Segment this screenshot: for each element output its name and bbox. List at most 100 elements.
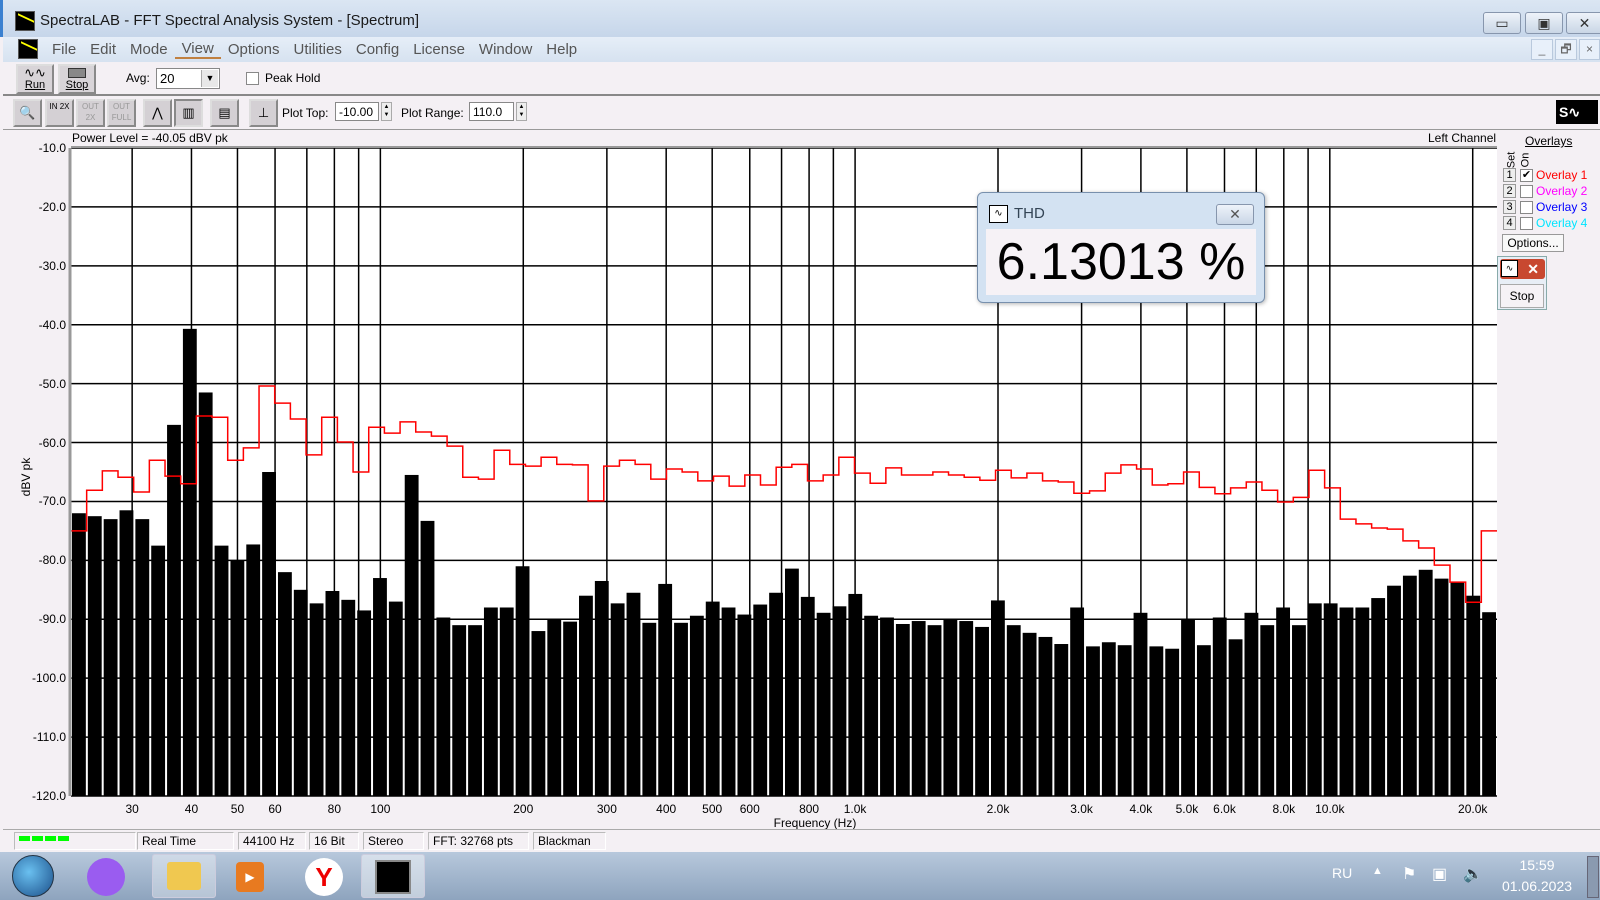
explorer-taskbar-icon[interactable]	[152, 854, 216, 898]
spectrum-bar	[499, 607, 514, 796]
spectrum-bar	[642, 622, 657, 796]
status-mode: Real Time	[137, 832, 234, 850]
overlay-set-button[interactable]: 4	[1503, 216, 1516, 230]
scale-marker-button[interactable]: ⊥	[249, 99, 278, 127]
peak-hold-checkbox[interactable]	[246, 72, 259, 85]
spectrum-bar	[1196, 645, 1211, 796]
overlay-set-button[interactable]: 3	[1503, 200, 1516, 214]
menu-window[interactable]: Window	[472, 41, 539, 58]
overlay-set-button[interactable]: 2	[1503, 184, 1516, 198]
menu-file[interactable]: File	[45, 41, 83, 58]
spectrum-bar	[1149, 646, 1164, 796]
show-hidden-icons[interactable]: ▲	[1372, 865, 1383, 877]
plot-range-input[interactable]: 110.0	[469, 102, 514, 121]
line-mode-button[interactable]: ⋀	[143, 99, 172, 127]
spectrum-bar	[1434, 578, 1449, 796]
network-icon[interactable]: ▣	[1432, 864, 1447, 884]
spectrum-plot-area: Power Level = -40.05 dBV pk Left Channel…	[0, 130, 1600, 830]
menu-help[interactable]: Help	[539, 41, 584, 58]
x-tick-label: 8.0k	[1272, 802, 1296, 816]
zoom-out-full-button[interactable]: OUT FULL	[107, 99, 136, 127]
spectrum-bar	[198, 392, 213, 796]
panel-icon: ▤	[218, 105, 231, 120]
x-axis-title: Frequency (Hz)	[773, 816, 857, 830]
x-tick-label: 600	[739, 802, 760, 816]
thd-close-button[interactable]: ✕	[1216, 204, 1254, 225]
spectrum-bar	[1228, 639, 1243, 796]
overlay-options-button[interactable]: Options...	[1502, 234, 1564, 252]
menu-license[interactable]: License	[406, 41, 472, 58]
menu-options[interactable]: Options	[221, 41, 287, 58]
bar-mode-button[interactable]: ▥	[174, 99, 203, 127]
spectrum-bar	[547, 619, 562, 796]
alice-taskbar-icon[interactable]	[74, 854, 138, 898]
close-button[interactable]: ✕	[1566, 12, 1600, 34]
thd-window[interactable]: ∿ THD ✕ 6.13013 %	[977, 192, 1265, 303]
mini-stop-button[interactable]: Stop	[1500, 284, 1544, 308]
status-bits: 16 Bit	[309, 832, 359, 850]
channel-label: Left Channel	[1428, 131, 1497, 145]
menu-config[interactable]: Config	[349, 41, 406, 58]
overlay-on-checkbox[interactable]	[1520, 217, 1533, 230]
spectrum-bar	[563, 621, 578, 796]
minimize-button[interactable]: ▭	[1483, 12, 1521, 34]
overlay-label: Overlay 4	[1536, 216, 1588, 230]
menu-mode[interactable]: Mode	[123, 41, 175, 58]
menu-utilities[interactable]: Utilities	[287, 41, 349, 58]
spectrum-bar	[1292, 625, 1306, 796]
menu-view[interactable]: View	[174, 40, 221, 59]
spectrum-bar	[610, 603, 625, 796]
overlay-set-button[interactable]: 1	[1503, 168, 1516, 182]
media-player-taskbar-icon[interactable]: ▶	[218, 854, 282, 898]
mdi-restore-button[interactable]: 🗗	[1555, 39, 1577, 60]
signal-generator-icon[interactable]: S∿	[1556, 100, 1598, 124]
start-button[interactable]	[12, 855, 54, 897]
action-center-flag-icon[interactable]: ⚑	[1402, 864, 1416, 884]
mini-control-window: ✕ ∿ Stop	[1497, 256, 1547, 310]
x-tick-label: 3.0k	[1070, 802, 1093, 816]
overlay-on-checkbox[interactable]: ✔	[1520, 169, 1533, 182]
run-button[interactable]: ∿∿ Run	[16, 64, 54, 94]
zoom-in-2x-button[interactable]: IN 2X	[45, 99, 74, 127]
settings-panel-button[interactable]: ▤	[210, 99, 239, 127]
x-tick-label: 4.0k	[1129, 802, 1153, 816]
volume-icon[interactable]: 🔈	[1463, 864, 1483, 884]
spectralab-taskbar-icon[interactable]	[361, 854, 425, 898]
zoom-out-2x-button[interactable]: OUT 2X	[76, 99, 105, 127]
taskbar: ▶ Y RU ▲ ⚑ ▣ 🔈 15:59 01.06.2023	[0, 852, 1600, 900]
status-bar: Real Time 44100 Hz 16 Bit Stereo FFT: 32…	[3, 829, 1600, 851]
maximize-button[interactable]: ▣	[1525, 12, 1563, 34]
x-tick-label: 60	[268, 802, 282, 816]
sine-wave-icon: ∿∿	[24, 65, 46, 80]
spectrum-bar	[483, 607, 498, 796]
spectrum-bar	[689, 615, 704, 796]
y-tick-label: -60.0	[38, 435, 66, 450]
spectrum-bar	[182, 328, 197, 796]
spectrum-bar	[277, 572, 292, 796]
mdi-minimize-button[interactable]: _	[1531, 39, 1553, 60]
spectrum-chart[interactable]	[68, 145, 1500, 799]
clock-date[interactable]: 01.06.2023	[1496, 878, 1578, 894]
chevron-down-icon[interactable]: ▼	[201, 70, 218, 87]
yandex-browser-taskbar-icon[interactable]: Y	[292, 854, 356, 898]
spectrum-bar	[1165, 648, 1180, 796]
overlay-on-checkbox[interactable]	[1520, 185, 1533, 198]
spectrum-bar	[388, 601, 403, 796]
mdi-close-button[interactable]: ×	[1579, 39, 1600, 60]
spectrum-bar	[911, 621, 926, 796]
avg-select[interactable]: 20 ▼	[156, 68, 220, 89]
zoom-button[interactable]: 🔍	[13, 99, 42, 127]
clock-time[interactable]: 15:59	[1502, 857, 1572, 873]
x-tick-label: 300	[596, 802, 617, 816]
menu-edit[interactable]: Edit	[83, 41, 123, 58]
plot-top-input[interactable]: -10.00	[335, 102, 379, 121]
on-label: On	[1519, 152, 1532, 168]
language-indicator[interactable]: RU	[1332, 865, 1352, 881]
overlay-on-checkbox[interactable]	[1520, 201, 1533, 214]
show-desktop-button[interactable]	[1587, 856, 1599, 898]
stop-button[interactable]: Stop	[58, 64, 96, 94]
plot-range-spinner[interactable]: ▲ ▼	[516, 102, 527, 121]
plot-top-spinner[interactable]: ▲ ▼	[381, 102, 392, 121]
spectrum-bar	[1086, 646, 1100, 796]
spectrum-bar	[721, 607, 736, 796]
